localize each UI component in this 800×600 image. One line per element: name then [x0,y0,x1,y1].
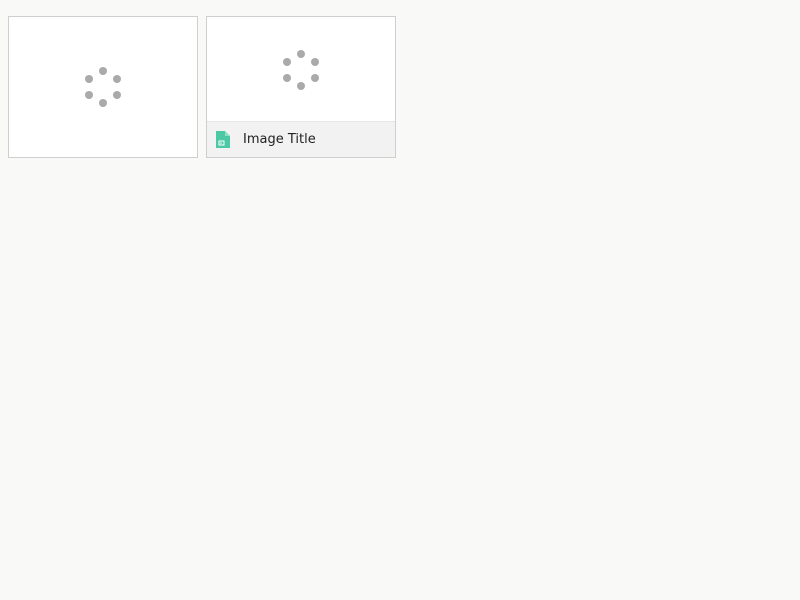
card-preview [207,17,395,123]
card-preview [9,17,197,157]
card-footer: Image Title [207,121,395,157]
loading-spinner-icon [83,67,123,107]
image-card-loading[interactable] [8,16,198,158]
card-grid: Image Title [8,16,396,158]
image-file-icon [216,131,230,148]
loading-spinner-icon [281,50,321,90]
image-card-titled[interactable]: Image Title [206,16,396,158]
card-title: Image Title [243,132,316,147]
